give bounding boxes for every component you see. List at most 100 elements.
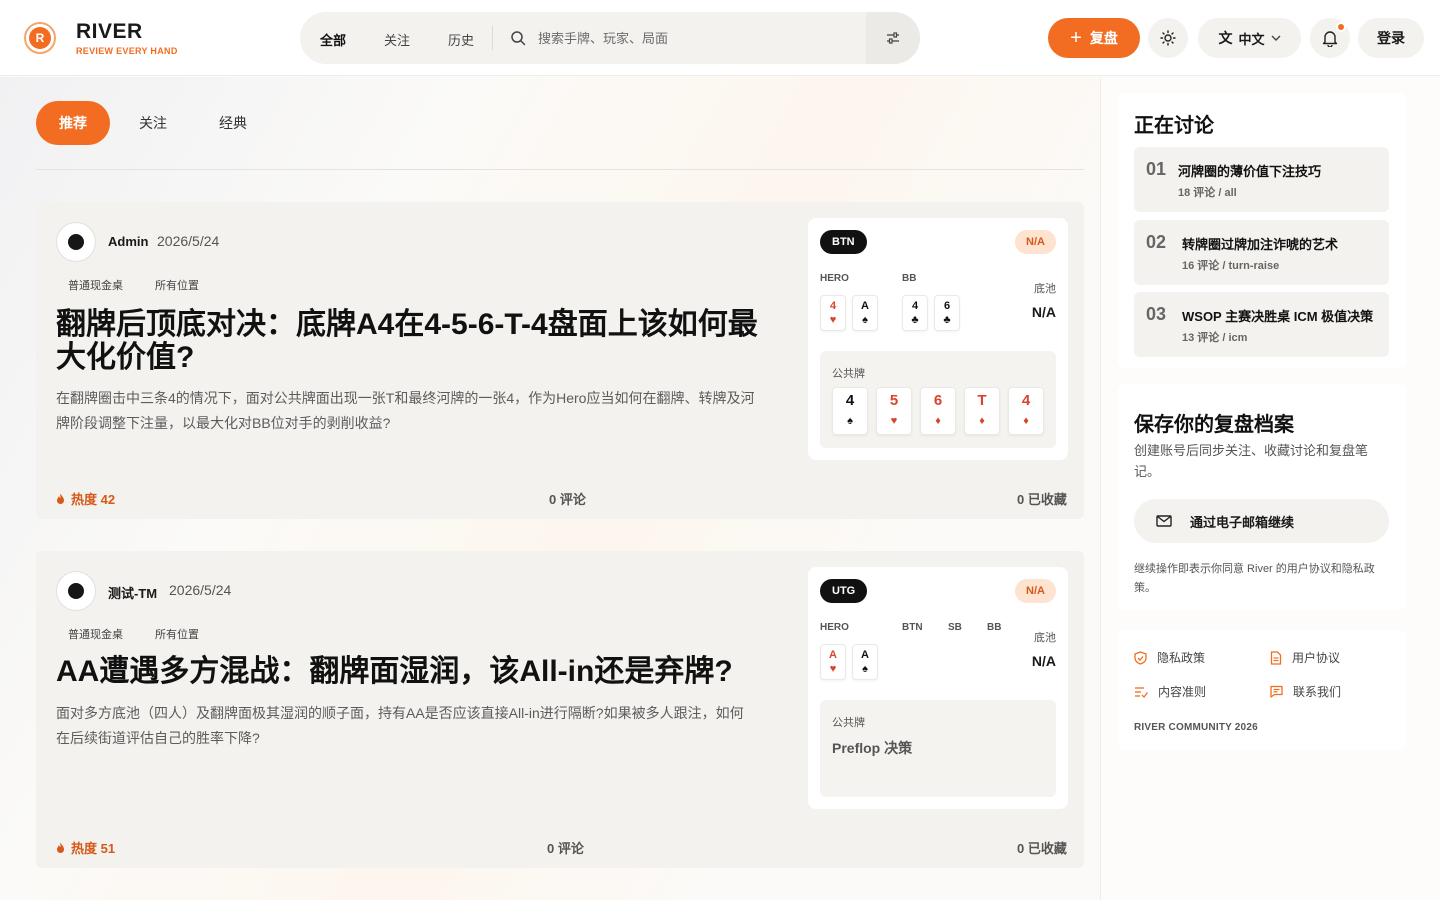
position-badge: UTG [820,579,868,603]
card-rank: A [861,649,869,661]
post-title[interactable]: AA遭遇多方混战：翻牌面湿润，该All-in还是弃牌? [56,655,786,688]
post-tag[interactable]: 所有位置 [155,626,199,642]
brand-tagline: REVIEW EVERY HAND [76,46,178,56]
footer-link-guidelines[interactable]: 内容准则 [1134,683,1206,700]
card-suit: ♠ [847,415,853,427]
hero-card: A ♠ [852,644,878,680]
filter-button[interactable] [866,12,920,64]
board-label: 公共牌 [832,368,865,380]
theme-toggle-button[interactable] [1148,18,1188,58]
board-card: 4 ♠ [832,387,868,435]
footer-card: 隐私政策 用户协议 内容准则 联系我们 RIVER COMMUNITY 2026 [1118,630,1406,750]
feed-tab-classic[interactable]: 经典 [198,101,268,145]
post-date: 2026/5/24 [169,582,232,598]
sun-icon [1160,30,1176,46]
board-card: T ♦ [964,387,1000,435]
post-card[interactable]: Admin 2026/5/24 普通现金桌 所有位置 翻牌后顶底对决：底牌A4在… [36,202,1084,519]
card-suit: ♦ [979,415,985,427]
post-tag[interactable]: 普通现金桌 [68,626,123,642]
search-input[interactable] [538,26,858,50]
discussion-number: 02 [1146,232,1167,252]
feed-tab-recommended[interactable]: 推荐 [36,101,110,145]
seat-label-btn: BTN [902,622,923,633]
discussion-title: 转牌圈过牌加注诈唬的艺术 [1182,237,1339,252]
post-author[interactable]: Admin [108,234,148,249]
notification-button[interactable] [1310,18,1350,58]
saves-count[interactable]: 0 已收藏 [1017,838,1067,857]
footer-link-label: 用户协议 [1292,651,1341,665]
nav-tab-history[interactable]: 历史 [448,30,474,49]
comments-count[interactable]: 0 评论 [549,489,586,508]
discussion-number: 01 [1146,159,1167,179]
card-rank: 6 [943,300,951,312]
document-icon [1270,650,1282,665]
search-divider [492,26,493,50]
discussion-meta: 13 评论 / icm [1182,332,1248,344]
footer-link-terms[interactable]: 用户协议 [1270,649,1340,666]
card-rank: 4 [911,300,919,312]
card-rank: 6 [933,392,943,409]
card-rank: A [861,300,869,312]
logo-icon[interactable]: R [24,22,56,54]
avatar-dot [68,234,84,250]
card-rank: 4 [829,300,837,312]
discussion-title: WSOP 主赛决胜桌 ICM 极值决策 [1182,309,1374,324]
card-suit: ♠ [862,663,868,675]
login-button[interactable]: 登录 [1358,18,1424,58]
feed-tab-following[interactable]: 关注 [120,101,186,145]
avatar[interactable] [56,571,96,611]
search-bar: 全部 关注 历史 [300,12,920,64]
top-header: R RIVER REVIEW EVERY HAND 全部 关注 历史 + 复盘 [0,0,1440,76]
notification-dot [1336,22,1346,32]
post-card[interactable]: 测试-TM 2026/5/24 普通现金桌 所有位置 AA遭遇多方混战：翻牌面湿… [36,551,1084,868]
post-author[interactable]: 测试-TM [108,583,157,602]
card-rank: 4 [1021,392,1031,409]
post-tag[interactable]: 普通现金桌 [68,277,123,293]
seat-label-bb: BB [987,622,1002,633]
nav-tab-following[interactable]: 关注 [384,30,410,49]
discussion-meta: 18 评论 / all [1178,187,1237,199]
position-badge: BTN [820,230,867,254]
saves-count[interactable]: 0 已收藏 [1017,489,1067,508]
translate-icon: 文 [1218,30,1233,46]
comments-count[interactable]: 0 评论 [547,838,584,857]
discussion-item[interactable]: 01 河牌圈的薄价值下注技巧 18 评论 / all [1134,147,1389,212]
hot-stat: 热度 51 [56,838,115,857]
discussion-meta: 16 评论 / turn-raise [1182,260,1280,272]
result-badge: N/A [1015,230,1056,254]
footer-link-contact[interactable]: 联系我们 [1270,683,1341,700]
board-card: 6 ♦ [920,387,956,435]
hand-panel[interactable]: UTG N/A HERO BTN SB BB 底池 N/A A ♥ A ♠ 公共… [808,567,1068,809]
language-select[interactable]: 文 中文 [1198,18,1301,58]
avatar[interactable] [56,222,96,262]
footer-link-privacy[interactable]: 隐私政策 [1134,649,1205,666]
post-title[interactable]: 翻牌后顶底对决：底牌A4在4-5-6-T-4盘面上该如何最大化价值? [56,308,786,374]
result-badge: N/A [1015,579,1056,603]
search-icon [511,31,526,46]
card-suit: ♦ [1023,415,1029,427]
board-box: 公共牌 4 ♠ 5 ♥ 6 ♦ T ♦ 4 ♦ [820,351,1056,448]
nav-tab-all[interactable]: 全部 [320,30,346,49]
footer-link-label: 内容准则 [1158,685,1207,699]
footer-link-label: 联系我们 [1293,685,1342,699]
logo-letter: R [29,27,51,49]
discussion-item[interactable]: 03 WSOP 主赛决胜桌 ICM 极值决策 13 评论 / icm [1134,292,1389,357]
post-tag[interactable]: 所有位置 [155,277,199,293]
card-rank: 4 [845,392,855,409]
email-continue-button[interactable]: 通过电子邮箱继续 [1134,499,1389,543]
card-rank: T [977,392,987,409]
discussion-item[interactable]: 02 转牌圈过牌加注诈唬的艺术 16 评论 / turn-raise [1134,220,1389,285]
villain-card: 4 ♣ [902,295,928,331]
discussion-number: 03 [1146,304,1167,324]
seat-label-bb: BB [902,273,917,284]
avatar-dot [68,583,84,599]
review-button[interactable]: + 复盘 [1048,18,1140,58]
card-rank: A [829,649,837,661]
hot-label: 热度 51 [71,841,116,856]
card-suit: ♣ [911,314,919,326]
discussion-heading: 正在讨论 [1134,115,1214,137]
plus-icon: + [1070,27,1082,49]
card-suit: ♣ [943,314,951,326]
board-box: 公共牌 Preflop 决策 [820,700,1056,797]
hand-panel[interactable]: BTN N/A HERO BB 底池 N/A 4 ♥ A ♠ 4 ♣ 6 ♣ 公… [808,218,1068,460]
